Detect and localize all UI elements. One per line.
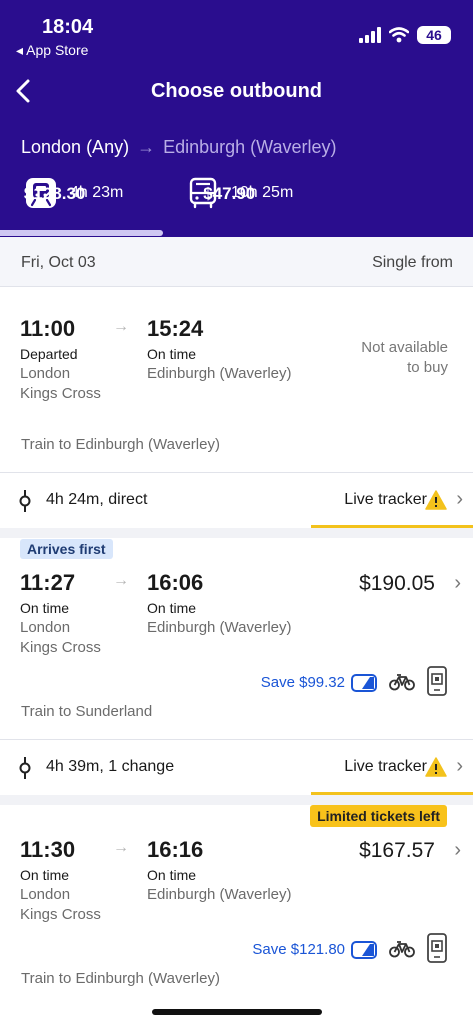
wifi-icon <box>389 27 409 43</box>
depart-time: 11:00 <box>20 316 76 341</box>
mode-tab-train[interactable]: $128.30 4h 23m <box>24 176 123 210</box>
live-tracker-link[interactable]: Live tracker <box>344 758 427 776</box>
availability-line2: to buy <box>407 359 448 376</box>
arrive-time: 16:16 <box>147 837 204 862</box>
live-tracker-link[interactable]: Live tracker <box>344 491 427 509</box>
warning-icon <box>425 490 447 510</box>
bike-icon <box>389 941 415 958</box>
status-icons: 46 <box>359 26 451 44</box>
depart-place-line2: Kings Cross <box>20 385 101 402</box>
depart-place-line2: Kings Cross <box>20 906 101 923</box>
arrive-place: Edinburgh (Waverley) <box>147 365 292 382</box>
arrive-status: On time <box>147 346 197 362</box>
route-origin: London (Any) <box>21 137 130 157</box>
journey-card[interactable]: Arrives first 11:27 → 16:06 $190.05 › On… <box>0 538 473 738</box>
chevron-right-icon: › <box>454 839 461 861</box>
battery-indicator: 46 <box>417 26 451 44</box>
journey-duration: 4h 24m, direct <box>46 491 148 508</box>
depart-place-line2: Kings Cross <box>20 639 101 656</box>
chevron-right-icon: › <box>456 755 463 777</box>
arrow-icon: → <box>113 572 129 589</box>
depart-status: Departed <box>20 346 78 362</box>
travel-date: Fri, Oct 03 <box>21 254 96 271</box>
journey-price: $167.57 <box>359 839 435 862</box>
depart-place: London Kings Cross <box>20 885 101 925</box>
route-summary: London (Any) → Edinburgh (Waverley) <box>21 137 336 158</box>
train-price: $128.30 <box>23 184 86 203</box>
journey-card[interactable]: Limited tickets left 11:30 → 16:16 $167.… <box>0 805 473 1005</box>
railcard-icon <box>351 941 377 959</box>
arrive-status: On time <box>147 600 197 616</box>
route-stops-icon <box>19 757 31 779</box>
status-time: 18:04 <box>42 16 94 38</box>
depart-status: On time <box>20 600 70 616</box>
header: 18:04 ◂ App Store 46 Choose outbound Lon… <box>0 0 473 237</box>
warning-icon <box>425 757 447 777</box>
chevron-right-icon: › <box>456 488 463 510</box>
depart-place-line1: London <box>20 365 71 382</box>
arrive-time: 15:24 <box>147 316 204 341</box>
train-destination: Train to Sunderland <box>21 703 153 720</box>
journey-price: $190.05 <box>359 572 435 595</box>
app-store-back-link[interactable]: ◂ App Store <box>16 42 88 59</box>
fare-type-label: Single from <box>372 254 453 271</box>
mobile-ticket-icon <box>427 666 447 696</box>
route-destination: Edinburgh (Waverley) <box>163 137 337 157</box>
arrive-status: On time <box>147 867 197 883</box>
bike-icon <box>389 674 415 691</box>
depart-time: 11:27 <box>20 570 76 595</box>
depart-place-line1: London <box>20 619 71 636</box>
availability-note: Not available to buy <box>361 338 448 378</box>
journey-info-row[interactable]: 4h 39m, 1 change Live tracker › <box>0 740 473 795</box>
savings-text: Save $121.80 <box>252 941 345 958</box>
arrives-first-badge: Arrives first <box>20 539 113 559</box>
journey-card[interactable]: 11:00 → 15:24 Departed On time London Ki… <box>0 288 473 472</box>
journey-duration: 4h 39m, 1 change <box>46 758 175 775</box>
page-title: Choose outbound <box>150 80 323 102</box>
chevron-right-icon: › <box>454 572 461 594</box>
savings-text: Save $99.32 <box>260 674 345 691</box>
arrow-icon: → <box>113 839 129 856</box>
route-arrow-icon: → <box>137 137 156 157</box>
limited-tickets-badge: Limited tickets left <box>310 805 447 827</box>
train-destination: Train to Edinburgh (Waverley) <box>21 970 220 987</box>
arrive-place: Edinburgh (Waverley) <box>147 886 292 903</box>
depart-time: 11:30 <box>20 837 76 862</box>
depart-status: On time <box>20 867 70 883</box>
arrive-time: 16:06 <box>147 570 204 595</box>
arrow-icon: → <box>113 318 129 335</box>
depart-place: London Kings Cross <box>20 618 101 658</box>
home-indicator[interactable] <box>152 1009 322 1015</box>
railcard-icon <box>351 674 377 692</box>
signal-icon <box>359 27 381 43</box>
route-stops-icon <box>19 490 31 512</box>
journey-info-row[interactable]: 4h 24m, direct Live tracker › <box>0 473 473 528</box>
section-separator <box>0 528 473 538</box>
mobile-ticket-icon <box>427 933 447 963</box>
selected-tab-indicator <box>0 230 163 236</box>
bus-price: $47.90 <box>203 184 256 203</box>
arrive-place: Edinburgh (Waverley) <box>147 619 292 636</box>
mode-tab-bus[interactable]: $47.90 10h 25m <box>187 176 293 210</box>
section-separator <box>0 795 473 805</box>
date-bar: Fri, Oct 03 Single from <box>0 237 473 287</box>
depart-place-line1: London <box>20 886 71 903</box>
train-destination: Train to Edinburgh (Waverley) <box>21 436 220 453</box>
depart-place: London Kings Cross <box>20 364 101 404</box>
availability-line1: Not available <box>361 339 448 356</box>
